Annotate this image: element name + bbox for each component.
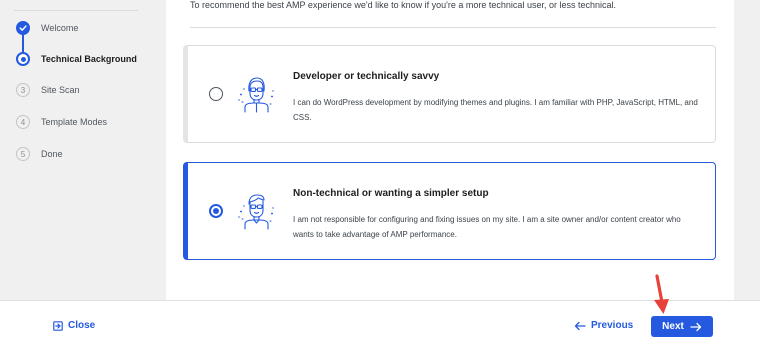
next-button[interactable]: Next xyxy=(651,316,713,337)
checkmark-icon xyxy=(16,21,30,35)
exit-icon xyxy=(53,320,63,331)
step-label: Welcome xyxy=(41,23,79,33)
annotation-arrow-icon xyxy=(654,274,669,314)
option-title: Non-technical or wanting a simpler setup xyxy=(293,188,489,199)
non-technical-radio[interactable] xyxy=(209,204,223,218)
developer-radio[interactable] xyxy=(209,87,223,101)
step-template-modes: 4 Template Modes xyxy=(16,112,107,132)
arrow-left-icon xyxy=(574,321,586,330)
next-label: Next xyxy=(662,321,684,332)
option-developer[interactable]: Developer or technically savvy I can do … xyxy=(183,45,716,143)
step-label: Template Modes xyxy=(41,117,108,127)
step-technical-background: Technical Background xyxy=(16,49,137,69)
option-non-technical[interactable]: Non-technical or wanting a simpler setup… xyxy=(183,162,716,260)
developer-icon xyxy=(238,77,274,113)
arrow-right-icon xyxy=(690,322,701,331)
intro-divider xyxy=(190,27,716,28)
intro-text: To recommend the best AMP experience we'… xyxy=(190,0,616,10)
close-button[interactable]: Close xyxy=(53,320,95,331)
setup-steps-sidebar: Welcome Technical Background 3 Site Scan… xyxy=(0,0,165,300)
close-label: Close xyxy=(68,320,96,331)
step-number: 4 xyxy=(16,115,30,129)
step-number: 3 xyxy=(16,83,30,97)
step-label: Done xyxy=(41,149,63,159)
current-step-marker xyxy=(16,52,30,66)
previous-button[interactable]: Previous xyxy=(574,320,633,331)
previous-label: Previous xyxy=(591,320,634,331)
step-site-scan: 3 Site Scan xyxy=(16,80,80,100)
option-description: I am not responsible for configuring and… xyxy=(293,215,681,239)
non-technical-user-icon xyxy=(238,194,274,230)
step-label: Site Scan xyxy=(41,85,80,95)
step-done: 5 Done xyxy=(16,144,63,164)
sidebar-divider xyxy=(14,10,138,11)
technical-background-panel: To recommend the best AMP experience we'… xyxy=(166,0,734,300)
step-welcome: Welcome xyxy=(16,18,78,38)
step-number: 5 xyxy=(16,147,30,161)
step-label: Technical Background xyxy=(41,54,137,64)
option-title: Developer or technically savvy xyxy=(293,71,440,82)
option-description: I can do WordPress development by modify… xyxy=(293,98,698,122)
